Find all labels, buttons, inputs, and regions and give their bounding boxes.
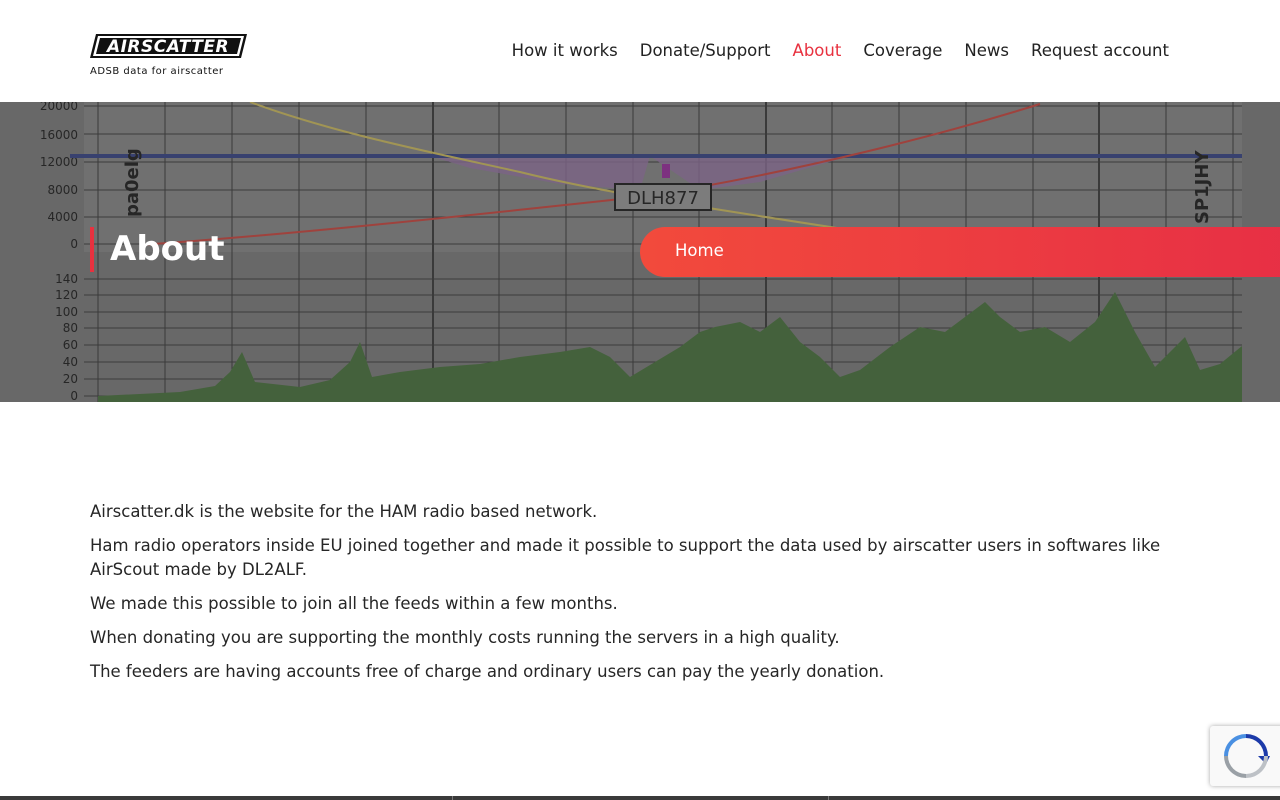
nav-how-it-works[interactable]: How it works	[512, 40, 618, 62]
recaptcha-icon	[1224, 734, 1270, 778]
footer-divider	[452, 796, 453, 800]
site-tagline: ADSB data for airscatter	[90, 66, 224, 77]
nav-request-account[interactable]: Request account	[1031, 40, 1169, 62]
about-paragraph: Ham radio operators inside EU joined tog…	[90, 536, 1161, 579]
logo-wordmark: AIRSCATTER	[105, 37, 229, 57]
about-paragraph: When donating you are supporting the mon…	[90, 628, 840, 647]
about-paragraph: We made this possible to join all the fe…	[90, 594, 618, 613]
page-hero: 20000 16000 12000 8000 4000 0 140 120 10…	[0, 102, 1280, 402]
footer-divider	[828, 796, 829, 800]
page-title: About	[90, 227, 224, 272]
main-nav: How it works Donate/Support About Covera…	[490, 40, 1169, 62]
about-paragraph: Airscatter.dk is the website for the HAM…	[90, 502, 598, 521]
breadcrumb: Home	[640, 227, 1280, 277]
nav-news[interactable]: News	[964, 40, 1009, 62]
site-logo[interactable]: AIRSCATTER ADSB data for airscatter	[90, 33, 250, 83]
about-content: Airscatter.dk is the website for the HAM…	[90, 500, 1190, 694]
site-header: AIRSCATTER ADSB data for airscatter How …	[0, 0, 1280, 102]
nav-about[interactable]: About	[793, 40, 842, 62]
airscatter-logo-icon: AIRSCATTER	[90, 34, 247, 58]
nav-coverage[interactable]: Coverage	[863, 40, 942, 62]
nav-donate-support[interactable]: Donate/Support	[640, 40, 771, 62]
breadcrumb-home-link[interactable]: Home	[675, 241, 724, 260]
about-paragraph: The feeders are having accounts free of …	[90, 662, 885, 681]
footer	[0, 796, 1280, 800]
recaptcha-badge[interactable]	[1210, 726, 1280, 786]
